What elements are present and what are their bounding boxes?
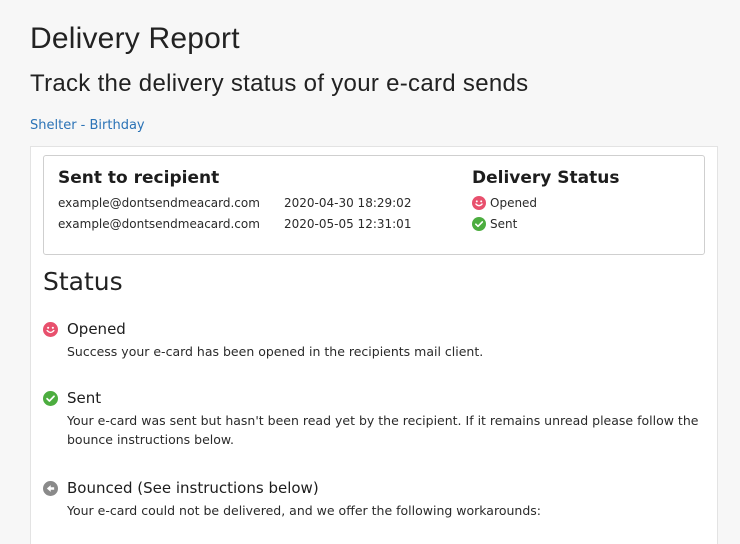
legend-item-opened: Opened Success your e-card has been open…: [43, 320, 703, 361]
legend-title: Bounced (See instructions below): [67, 479, 319, 497]
legend-item-bounced: Bounced (See instructions below) Your e-…: [43, 479, 703, 520]
table-row-email: example@dontsendmeacard.com: [58, 196, 260, 210]
recipients-table: Sent to recipient Delivery Status exampl…: [43, 155, 705, 255]
status-heading: Status: [43, 267, 123, 296]
status-column-header: Delivery Status: [472, 168, 620, 188]
legend-description: Your e-card was sent but hasn't been rea…: [67, 413, 699, 447]
table-row-status: Sent: [472, 217, 517, 231]
table-row-timestamp: 2020-04-30 18:29:02: [284, 196, 412, 210]
campaign-link[interactable]: Shelter - Birthday: [30, 118, 145, 133]
smiley-icon: [472, 196, 486, 210]
legend-description: Your e-card could not be delivered, and …: [67, 503, 541, 518]
table-row-email: example@dontsendmeacard.com: [58, 217, 260, 231]
legend-title: Sent: [67, 389, 102, 407]
status-label: Sent: [490, 217, 518, 231]
legend-title: Opened: [67, 320, 126, 338]
page-title: Delivery Report: [30, 22, 240, 55]
recipient-column-header: Sent to recipient: [58, 168, 220, 188]
status-label: Opened: [490, 196, 538, 210]
legend-description: Success your e-card has been opened in t…: [67, 344, 484, 359]
smiley-icon: [43, 321, 58, 337]
table-row-timestamp: 2020-05-05 12:31:01: [284, 217, 412, 231]
legend-item-sent: Sent Your e-card was sent but hasn't bee…: [43, 389, 703, 449]
report-card: Sent to recipient Delivery Status exampl…: [30, 146, 718, 544]
check-circle-icon: [472, 217, 486, 231]
page-subtitle: Track the delivery status of your e-card…: [30, 70, 529, 97]
check-circle-icon: [43, 390, 58, 406]
table-row-status: Opened: [472, 196, 537, 210]
back-arrow-circle-icon: [43, 480, 58, 496]
